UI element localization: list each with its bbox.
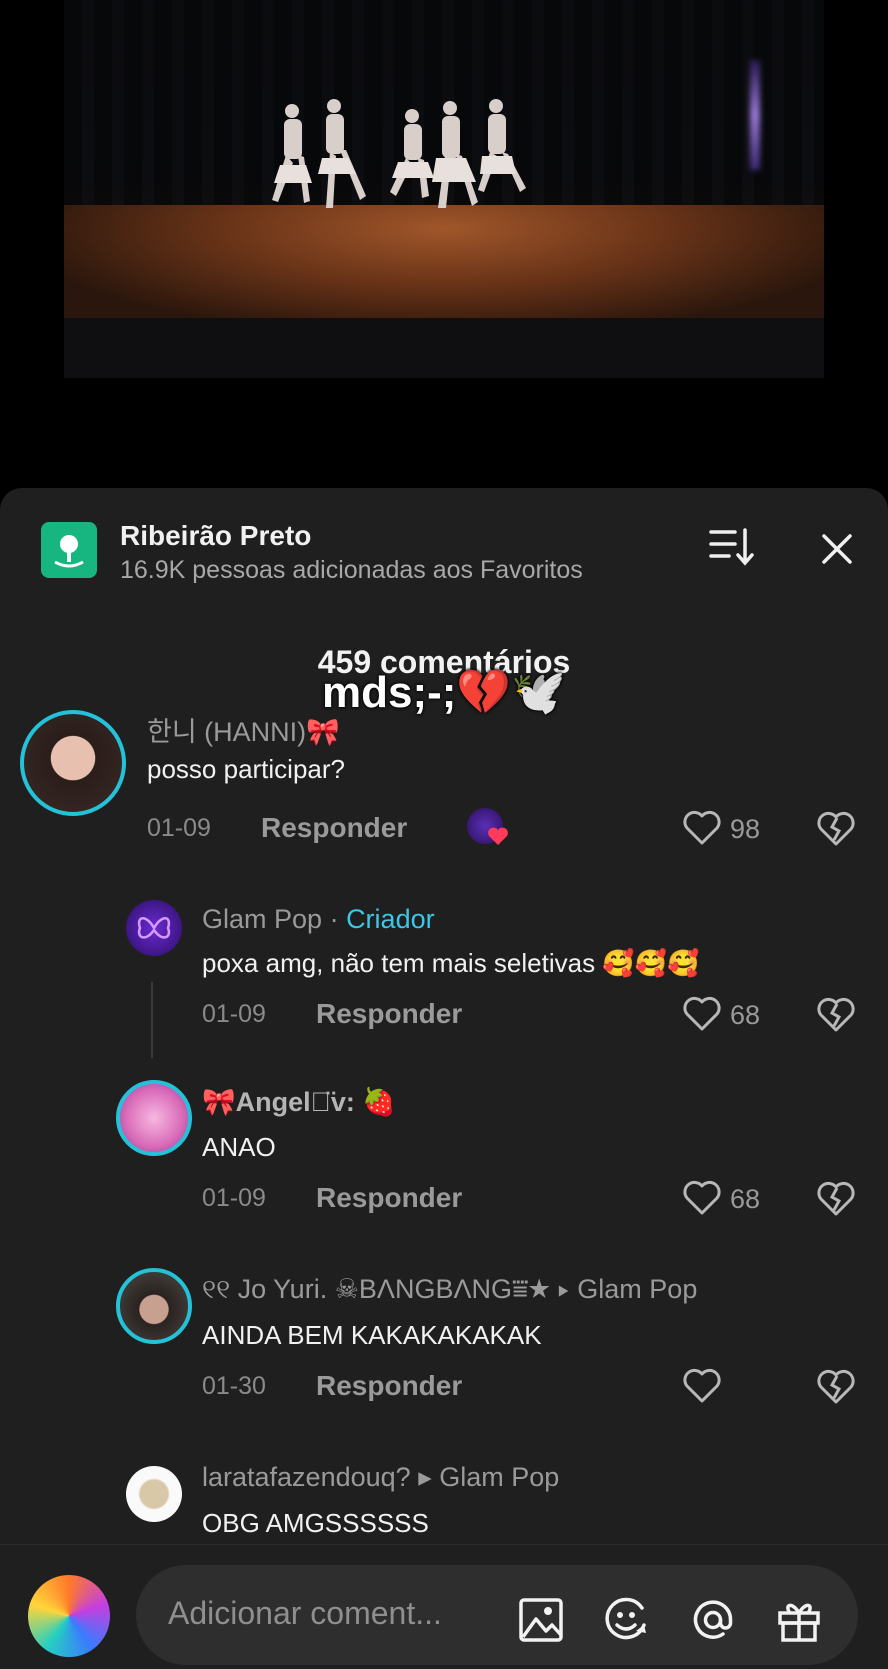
comment-username[interactable]: 🎀Angel๑̈v: 🍓 — [202, 1086, 396, 1118]
comment-text: OBG AMGSSSSSS — [202, 1508, 429, 1538]
like-icon[interactable] — [682, 996, 722, 1032]
avatar[interactable] — [126, 900, 182, 956]
comment-item: ୧୧ Jo Yuri. ☠︎BΛNGBΛNG⩸★ ▸ Glam Pop AIND… — [0, 1268, 888, 1448]
place-name[interactable]: Ribeirão Preto — [120, 520, 311, 552]
like-count: 68 — [730, 1000, 761, 1030]
comment-item: 🎀Angel๑̈v: 🍓 ANAO 01-09 Responder 68 — [0, 1080, 888, 1260]
reply-arrow: ▸ — [557, 1274, 570, 1304]
comment-username[interactable]: 한니 (HANNI)🎀 — [147, 710, 340, 749]
mention-icon[interactable] — [688, 1595, 738, 1645]
favorites-count: 16.9K pessoas adicionadas aos Favoritos — [120, 556, 583, 584]
reply-to-user[interactable]: Glam Pop — [439, 1462, 559, 1492]
comment-item: Glam Pop · Criador poxa amg, não tem mai… — [0, 896, 888, 1076]
reply-button[interactable]: Responder — [316, 1182, 462, 1214]
like-icon[interactable] — [682, 1368, 722, 1404]
comment-date: 01-30 — [202, 1372, 266, 1400]
image-icon[interactable] — [516, 1595, 566, 1645]
reply-arrow: ▸ — [418, 1462, 432, 1492]
avatar[interactable] — [116, 1268, 192, 1344]
sort-icon[interactable] — [705, 524, 755, 570]
comment-username[interactable]: Glam Pop · Criador — [202, 904, 435, 935]
emoji-icon[interactable] — [602, 1595, 652, 1645]
like-icon[interactable] — [682, 810, 722, 846]
comment-date: 01-09 — [202, 1184, 266, 1212]
comment-date: 01-09 — [147, 814, 211, 842]
my-avatar[interactable] — [28, 1575, 110, 1657]
username-text[interactable]: ୧୧ Jo Yuri. ☠︎BΛNGBΛNG⩸★ — [202, 1274, 550, 1304]
creator-badge: Criador — [346, 904, 435, 934]
comments-panel: Ribeirão Preto 16.9K pessoas adicionadas… — [0, 488, 888, 1668]
like-icon[interactable] — [682, 1180, 722, 1216]
like-count: 68 — [730, 1184, 761, 1214]
dislike-icon[interactable] — [816, 996, 856, 1034]
comment-text: ANAO — [202, 1132, 276, 1162]
avatar[interactable] — [116, 1080, 192, 1156]
avatar[interactable] — [20, 710, 126, 816]
separator: · — [322, 904, 347, 934]
reply-button[interactable]: Responder — [316, 1370, 462, 1402]
dislike-icon[interactable] — [816, 1180, 856, 1218]
username-text[interactable]: Glam Pop — [202, 904, 322, 934]
comment-text: poxa amg, não tem mais seletivas 🥰🥰🥰 — [202, 948, 700, 978]
dislike-icon[interactable] — [816, 810, 856, 848]
comment-date: 01-09 — [202, 1000, 266, 1028]
comment-input-placeholder: Adicionar coment... — [168, 1595, 442, 1631]
comment-composer: Adicionar coment... — [0, 1544, 888, 1669]
location-icon[interactable] — [41, 522, 97, 578]
gift-icon[interactable] — [774, 1595, 824, 1645]
like-count: 98 — [730, 814, 761, 844]
comment-username[interactable]: laratafazendouq? ▸ Glam Pop — [202, 1462, 559, 1493]
comment-input[interactable]: Adicionar coment... — [136, 1565, 858, 1665]
heart-badge-icon — [488, 827, 508, 845]
comment-item: 한니 (HANNI)🎀 posso participar? 01-09 Resp… — [0, 710, 888, 890]
comment-text: posso participar? — [147, 754, 345, 784]
creator-liked-avatar — [467, 808, 508, 845]
comment-item: laratafazendouq? ▸ Glam Pop OBG AMGSSSSS… — [0, 1458, 888, 1558]
reply-button[interactable]: Responder — [261, 812, 407, 844]
comment-text: AINDA BEM KAKAKAKAKAK — [202, 1320, 542, 1350]
close-icon[interactable] — [812, 524, 862, 574]
dislike-icon[interactable] — [816, 1368, 856, 1406]
avatar[interactable] — [126, 1466, 182, 1522]
comment-username[interactable]: ୧୧ Jo Yuri. ☠︎BΛNGBΛNG⩸★ ▸ Glam Pop — [202, 1274, 697, 1306]
butterfly-icon — [137, 917, 171, 939]
username-text[interactable]: laratafazendouq? — [202, 1462, 411, 1492]
reply-button[interactable]: Responder — [316, 998, 462, 1030]
reply-to-user[interactable]: Glam Pop — [577, 1274, 697, 1304]
dancers-figures — [272, 99, 526, 208]
video-frame — [64, 0, 824, 378]
video-player[interactable] — [0, 0, 888, 490]
